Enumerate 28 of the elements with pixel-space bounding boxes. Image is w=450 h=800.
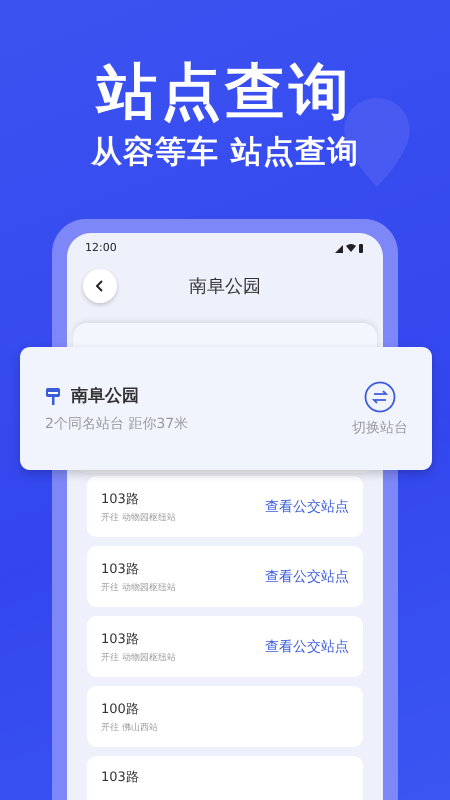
station-name: 南阜公园	[71, 385, 139, 407]
view-stops-link[interactable]: 查看公交站点	[265, 568, 349, 586]
route-destination: 开往 动物园枢纽站	[101, 582, 176, 594]
route-name: 103路	[101, 560, 140, 578]
back-button[interactable]	[83, 269, 117, 303]
route-row[interactable]: 103路	[87, 756, 363, 800]
swap-icon	[364, 380, 396, 412]
back-icon	[96, 280, 104, 292]
route-row[interactable]: 103路 开往 动物园枢纽站 查看公交站点	[87, 616, 363, 677]
route-destination: 开往 动物园枢纽站	[101, 512, 176, 524]
headline: 站点查询	[94, 56, 354, 128]
view-stops-link[interactable]: 查看公交站点	[265, 638, 349, 656]
route-destination: 开往 动物园枢纽站	[101, 652, 176, 664]
route-name: 103路	[101, 769, 139, 786]
route-destination: 开往 佛山西站	[101, 722, 158, 734]
route-name: 103路	[101, 490, 140, 508]
route-name: 100路	[101, 700, 140, 718]
route-row[interactable]: 103路 开往 动物园枢纽站 查看公交站点	[87, 476, 363, 537]
bus-stop-icon	[45, 386, 61, 404]
route-row[interactable]: 100路 开往 佛山西站	[87, 686, 363, 747]
station-info: 2个同名站台 距你37米	[45, 415, 188, 433]
view-stops-link[interactable]: 查看公交站点	[265, 498, 349, 516]
status-icons	[335, 242, 365, 252]
route-row[interactable]: 103路 开往 动物园枢纽站 查看公交站点	[87, 546, 363, 607]
status-time: 12:00	[85, 241, 117, 254]
route-name: 103路	[101, 630, 140, 648]
subtitle: 从容等车 站点查询	[90, 133, 360, 172]
screen-title: 南阜公园	[188, 275, 262, 298]
